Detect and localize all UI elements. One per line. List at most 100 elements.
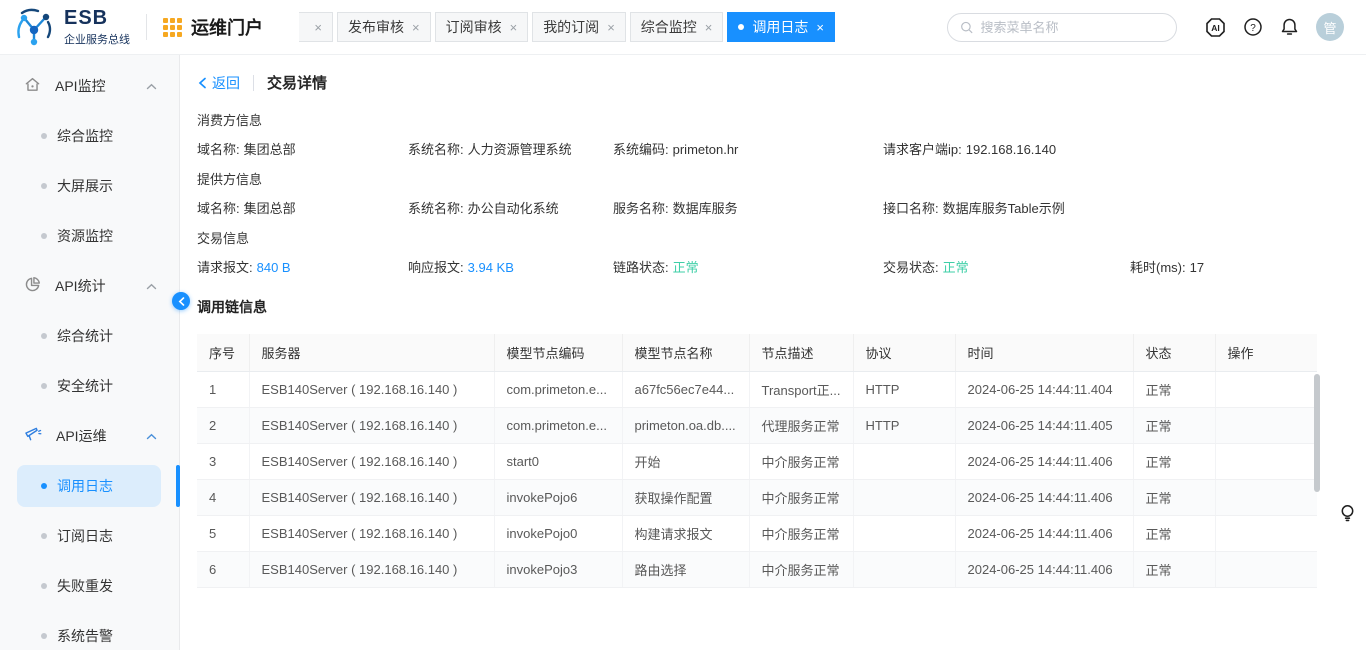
portal-name: 运维门户 xyxy=(191,14,263,40)
notification-bell-icon[interactable] xyxy=(1280,17,1299,37)
bullet-icon xyxy=(41,633,47,639)
tab-close-icon[interactable]: × xyxy=(816,21,824,34)
sidebar-item-综合统计[interactable]: 综合统计 xyxy=(0,311,179,361)
sidebar-item-资源监控[interactable]: 资源监控 xyxy=(0,211,179,261)
field-value[interactable]: 3.94 KB xyxy=(468,260,514,275)
sidebar-item-系统告警[interactable]: 系统告警 xyxy=(0,611,179,651)
table-cell: 中介服务正常 xyxy=(749,551,853,587)
chevron-up-icon[interactable] xyxy=(146,433,157,440)
table-cell: 中介服务正常 xyxy=(749,515,853,551)
table-row[interactable]: 6ESB140Server ( 192.168.16.140 )invokePo… xyxy=(197,551,1317,587)
table-header-row: 序号服务器模型节点编码模型节点名称节点描述协议时间状态操作 xyxy=(197,334,1317,371)
tab-close-icon[interactable]: × xyxy=(412,21,420,34)
tab-close-icon[interactable]: × xyxy=(510,21,518,34)
back-button[interactable]: 返回 xyxy=(197,73,240,93)
column-header-节点描述: 节点描述 xyxy=(749,334,853,371)
apps-grid-icon[interactable] xyxy=(163,18,182,37)
table-cell: 2 xyxy=(197,407,249,443)
page-content: 返回 交易详情 消费方信息域名称:集团总部系统名称:人力资源管理系统系统编码:p… xyxy=(180,55,1366,650)
sidebar-item-label: 大屏展示 xyxy=(57,176,113,196)
sidebar-item-失败重发[interactable]: 失败重发 xyxy=(0,561,179,611)
field-value[interactable]: 840 B xyxy=(257,260,291,275)
sidebar-item-大屏展示[interactable]: 大屏展示 xyxy=(0,161,179,211)
info-section-title: 交易信息 xyxy=(197,228,1366,247)
bullet-icon xyxy=(41,333,47,339)
table-cell: 路由选择 xyxy=(622,551,749,587)
lightbulb-icon[interactable] xyxy=(1340,504,1355,528)
table-cell: ESB140Server ( 192.168.16.140 ) xyxy=(249,551,494,587)
tab-我的订阅[interactable]: 我的订阅× xyxy=(532,12,626,42)
tab-订阅审核[interactable]: 订阅审核× xyxy=(435,12,529,42)
table-cell: 4 xyxy=(197,479,249,515)
sidebar-item-调用日志[interactable]: 调用日志 xyxy=(17,465,161,507)
field-value: 集团总部 xyxy=(244,201,296,216)
field-value: primeton.hr xyxy=(673,142,739,157)
table-cell: 2024-06-25 14:44:11.404 xyxy=(955,371,1133,407)
info-field: 接口名称:数据库服务Table示例 xyxy=(883,198,1130,217)
sidebar-section-label: API监控 xyxy=(55,76,106,96)
bullet-icon xyxy=(41,133,47,139)
table-cell: 2024-06-25 14:44:11.406 xyxy=(955,551,1133,587)
table-cell xyxy=(853,515,955,551)
bullet-icon xyxy=(41,483,47,489)
table-cell: 2024-06-25 14:44:11.406 xyxy=(955,515,1133,551)
help-icon[interactable]: ? xyxy=(1243,17,1263,37)
table-row[interactable]: 3ESB140Server ( 192.168.16.140 )start0开始… xyxy=(197,443,1317,479)
field-label: 系统编码: xyxy=(613,142,669,157)
table-cell: 正常 xyxy=(1133,371,1215,407)
chevron-up-icon[interactable] xyxy=(146,283,157,290)
tab-close-icon[interactable]: × xyxy=(314,21,322,34)
field-label: 链路状态: xyxy=(613,260,669,275)
sidebar-section-API运维[interactable]: API运维 xyxy=(0,411,179,461)
sidebar-item-安全统计[interactable]: 安全统计 xyxy=(0,361,179,411)
tab-调用日志[interactable]: 调用日志× xyxy=(727,12,835,42)
info-field: 请求报文:840 B xyxy=(197,257,408,276)
user-avatar[interactable]: 管 xyxy=(1316,13,1344,41)
brand-area: ESB 企业服务总线 运维门户 xyxy=(14,7,263,47)
table-row[interactable]: 1ESB140Server ( 192.168.16.140 )com.prim… xyxy=(197,371,1317,407)
table-cell: 中介服务正常 xyxy=(749,443,853,479)
column-header-状态: 状态 xyxy=(1133,334,1215,371)
bullet-icon xyxy=(41,383,47,389)
tab-发布审核[interactable]: 发布审核× xyxy=(337,12,431,42)
column-header-模型节点编码: 模型节点编码 xyxy=(494,334,622,371)
tab-close-icon[interactable]: × xyxy=(607,21,615,34)
table-cell: 2024-06-25 14:44:11.406 xyxy=(955,443,1133,479)
field-value: 正常 xyxy=(943,260,969,275)
table-cell: HTTP xyxy=(853,371,955,407)
search-input[interactable] xyxy=(981,20,1165,35)
table-cell: 正常 xyxy=(1133,479,1215,515)
table-row[interactable]: 5ESB140Server ( 192.168.16.140 )invokePo… xyxy=(197,515,1317,551)
table-cell xyxy=(853,551,955,587)
sidebar-item-订阅日志[interactable]: 订阅日志 xyxy=(0,511,179,561)
sidebar-item-综合监控[interactable]: 综合监控 xyxy=(0,111,179,161)
esb-logo-icon xyxy=(14,7,56,47)
sidebar-collapse-button[interactable] xyxy=(172,292,190,310)
tab-close-icon[interactable]: × xyxy=(705,21,713,34)
sidebar-item-label: 安全统计 xyxy=(57,376,113,396)
table-cell: com.primeton.e... xyxy=(494,407,622,443)
brand-title: ESB xyxy=(64,8,130,28)
table-row[interactable]: 2ESB140Server ( 192.168.16.140 )com.prim… xyxy=(197,407,1317,443)
table-cell: 中介服务正常 xyxy=(749,479,853,515)
info-section-title: 消费方信息 xyxy=(197,110,1366,129)
table-cell: 正常 xyxy=(1133,515,1215,551)
sidebar-section-API统计[interactable]: API统计 xyxy=(0,261,179,311)
header-divider xyxy=(146,14,147,40)
table-scrollbar-thumb[interactable] xyxy=(1314,374,1320,492)
portal-switcher[interactable]: 运维门户 xyxy=(163,14,263,40)
table-cell: ESB140Server ( 192.168.16.140 ) xyxy=(249,515,494,551)
info-field: 域名称:集团总部 xyxy=(197,139,408,158)
chevron-up-icon[interactable] xyxy=(146,83,157,90)
table-row[interactable]: 4ESB140Server ( 192.168.16.140 )invokePo… xyxy=(197,479,1317,515)
tab-clipped[interactable]: × xyxy=(299,12,333,42)
menu-search-box[interactable] xyxy=(947,13,1177,42)
info-field: 链路状态:正常 xyxy=(613,257,883,276)
info-field: 系统名称:办公自动化系统 xyxy=(408,198,613,217)
table-cell: start0 xyxy=(494,443,622,479)
api-ops-icon xyxy=(24,426,42,446)
tab-综合监控[interactable]: 综合监控× xyxy=(630,12,724,42)
sidebar-section-API监控[interactable]: API监控 xyxy=(0,61,179,111)
table-cell: 代理服务正常 xyxy=(749,407,853,443)
ai-assistant-icon[interactable]: AI xyxy=(1205,17,1226,38)
